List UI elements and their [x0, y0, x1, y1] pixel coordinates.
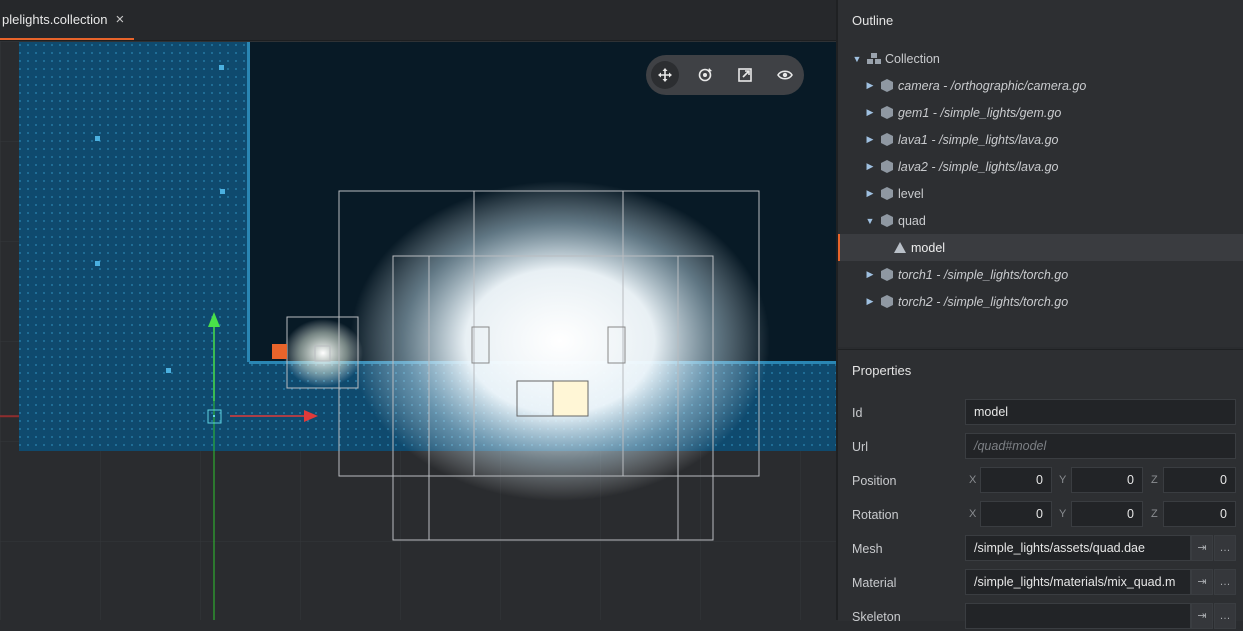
outline-item-gem1[interactable]: ▶ gem1 - /simple_lights/gem.go — [838, 99, 1243, 126]
outline-item-collection[interactable]: ▼ Collection — [838, 45, 1243, 72]
axis-label-x: X — [969, 508, 977, 520]
chevron-right-icon[interactable]: ▶ — [865, 269, 875, 280]
property-position: Position X 0 Y 0 Z 0 — [838, 467, 1243, 495]
axis-label-z: Z — [1151, 508, 1158, 520]
view-tool-button[interactable] — [771, 61, 799, 89]
scale-tool-button[interactable] — [731, 61, 759, 89]
outline-item-label: Collection — [885, 51, 940, 66]
outline-item-quad[interactable]: ▼ quad — [838, 207, 1243, 234]
chevron-right-icon[interactable]: ▶ — [865, 188, 875, 199]
outline-item-level[interactable]: ▶ level — [838, 180, 1243, 207]
outline-item-label: level — [898, 186, 924, 201]
game-object-icon — [880, 106, 894, 120]
chevron-down-icon[interactable]: ▼ — [852, 54, 862, 64]
outline-item-torch2[interactable]: ▶ torch2 - /simple_lights/torch.go — [838, 288, 1243, 315]
outline-item-label: camera - /orthographic/camera.go — [898, 78, 1087, 93]
browse-button[interactable]: … — [1214, 603, 1236, 629]
goto-resource-icon[interactable]: ⇥ — [1191, 569, 1213, 595]
axis-label-z: Z — [1151, 474, 1158, 486]
chevron-right-icon[interactable]: ▶ — [865, 161, 875, 172]
property-label: Skeleton — [852, 610, 901, 624]
rotation-y-field[interactable]: 0 — [1071, 501, 1143, 527]
outline-item-lava1[interactable]: ▶ lava1 - /simple_lights/lava.go — [838, 126, 1243, 153]
browse-button[interactable]: … — [1214, 535, 1236, 561]
property-label: Position — [852, 474, 897, 488]
position-z-field[interactable]: 0 — [1163, 467, 1236, 493]
properties-title: Properties — [852, 363, 912, 378]
outline-item-label: gem1 - /simple_lights/gem.go — [898, 105, 1062, 120]
chevron-right-icon[interactable]: ▶ — [865, 80, 875, 91]
position-x-field[interactable]: 0 — [980, 467, 1052, 493]
editor-tab[interactable]: plelights.collection × — [0, 0, 135, 40]
browse-button[interactable]: … — [1214, 569, 1236, 595]
outline-item-model[interactable]: model — [838, 234, 1243, 261]
torch-glow — [283, 319, 363, 387]
move-icon — [658, 68, 672, 82]
outline-item-label: quad — [898, 213, 926, 228]
editor-tab-title: plelights.collection — [2, 11, 108, 27]
mesh-field[interactable]: /simple_lights/assets/quad.dae — [965, 535, 1191, 561]
property-url: Url /quad#model — [838, 433, 1243, 461]
chevron-right-icon[interactable]: ▶ — [865, 134, 875, 145]
rotate-tool-button[interactable] — [691, 61, 719, 89]
outline-item-label: lava1 - /simple_lights/lava.go — [898, 132, 1059, 147]
property-label: Material — [852, 576, 897, 590]
property-label: Url — [852, 440, 868, 454]
game-object-icon — [880, 133, 894, 147]
property-label: Mesh — [852, 542, 883, 556]
outline-item-label: model — [911, 240, 946, 255]
position-y-field[interactable]: 0 — [1071, 467, 1143, 493]
axis-label-y: Y — [1059, 474, 1067, 486]
move-tool-button[interactable] — [651, 61, 679, 89]
chevron-right-icon[interactable]: ▶ — [865, 107, 875, 118]
material-field[interactable]: /simple_lights/materials/mix_quad.m — [965, 569, 1191, 595]
manipulation-toolbar — [646, 55, 804, 95]
eye-icon — [777, 70, 793, 80]
chevron-right-icon[interactable]: ▶ — [865, 296, 875, 307]
rotation-z-field[interactable]: 0 — [1163, 501, 1236, 527]
property-material: Material /simple_lights/materials/mix_qu… — [838, 569, 1243, 597]
game-object-icon — [880, 268, 894, 282]
rotate-icon — [698, 68, 712, 82]
outline-item-lava2[interactable]: ▶ lava2 - /simple_lights/lava.go — [838, 153, 1243, 180]
goto-resource-icon[interactable]: ⇥ — [1191, 535, 1213, 561]
outline-tree: ▼ Collection ▶ camera - /orthographic/ca… — [838, 45, 1243, 315]
game-object-icon — [880, 79, 894, 93]
axis-label-x: X — [969, 474, 977, 486]
lava-marker — [272, 344, 287, 359]
skeleton-field[interactable] — [965, 603, 1191, 629]
property-label: Rotation — [852, 508, 899, 522]
outline-title: Outline — [852, 13, 894, 28]
outline-panel: Outline ▼ Collection ▶ camera - /orthogr… — [838, 0, 1243, 347]
axis-label-y: Y — [1059, 508, 1067, 520]
game-object-icon — [880, 160, 894, 174]
game-object-icon — [880, 295, 894, 309]
id-field[interactable]: model — [965, 399, 1236, 425]
light-glow — [350, 181, 770, 501]
url-field[interactable]: /quad#model — [965, 433, 1236, 459]
scene-viewport[interactable] — [0, 41, 836, 620]
outline-item-label: torch1 - /simple_lights/torch.go — [898, 267, 1069, 282]
property-mesh: Mesh /simple_lights/assets/quad.dae ⇥ … — [838, 535, 1243, 563]
game-object-icon — [880, 187, 894, 201]
outline-item-camera[interactable]: ▶ camera - /orthographic/camera.go — [838, 72, 1243, 99]
game-object-icon — [880, 214, 894, 228]
property-label: Id — [852, 406, 863, 420]
outline-item-label: torch2 - /simple_lights/torch.go — [898, 294, 1069, 309]
property-id: Id model — [838, 399, 1243, 427]
scene-canvas[interactable] — [0, 41, 836, 620]
close-icon[interactable]: × — [116, 11, 125, 28]
editor-tab-bar: plelights.collection × — [0, 0, 836, 41]
property-rotation: Rotation X 0 Y 0 Z 0 — [838, 501, 1243, 529]
chevron-down-icon[interactable]: ▼ — [865, 216, 875, 226]
scale-icon — [738, 68, 752, 82]
outline-item-torch1[interactable]: ▶ torch1 - /simple_lights/torch.go — [838, 261, 1243, 288]
goto-resource-icon[interactable]: ⇥ — [1191, 603, 1213, 629]
outline-item-label: lava2 - /simple_lights/lava.go — [898, 159, 1059, 174]
collection-icon — [867, 52, 881, 66]
rotation-x-field[interactable]: 0 — [980, 501, 1052, 527]
properties-panel: Properties Id model Url /quad#model Posi… — [838, 349, 1243, 629]
model-icon — [893, 241, 907, 255]
property-skeleton: Skeleton ⇥ … — [838, 603, 1243, 631]
